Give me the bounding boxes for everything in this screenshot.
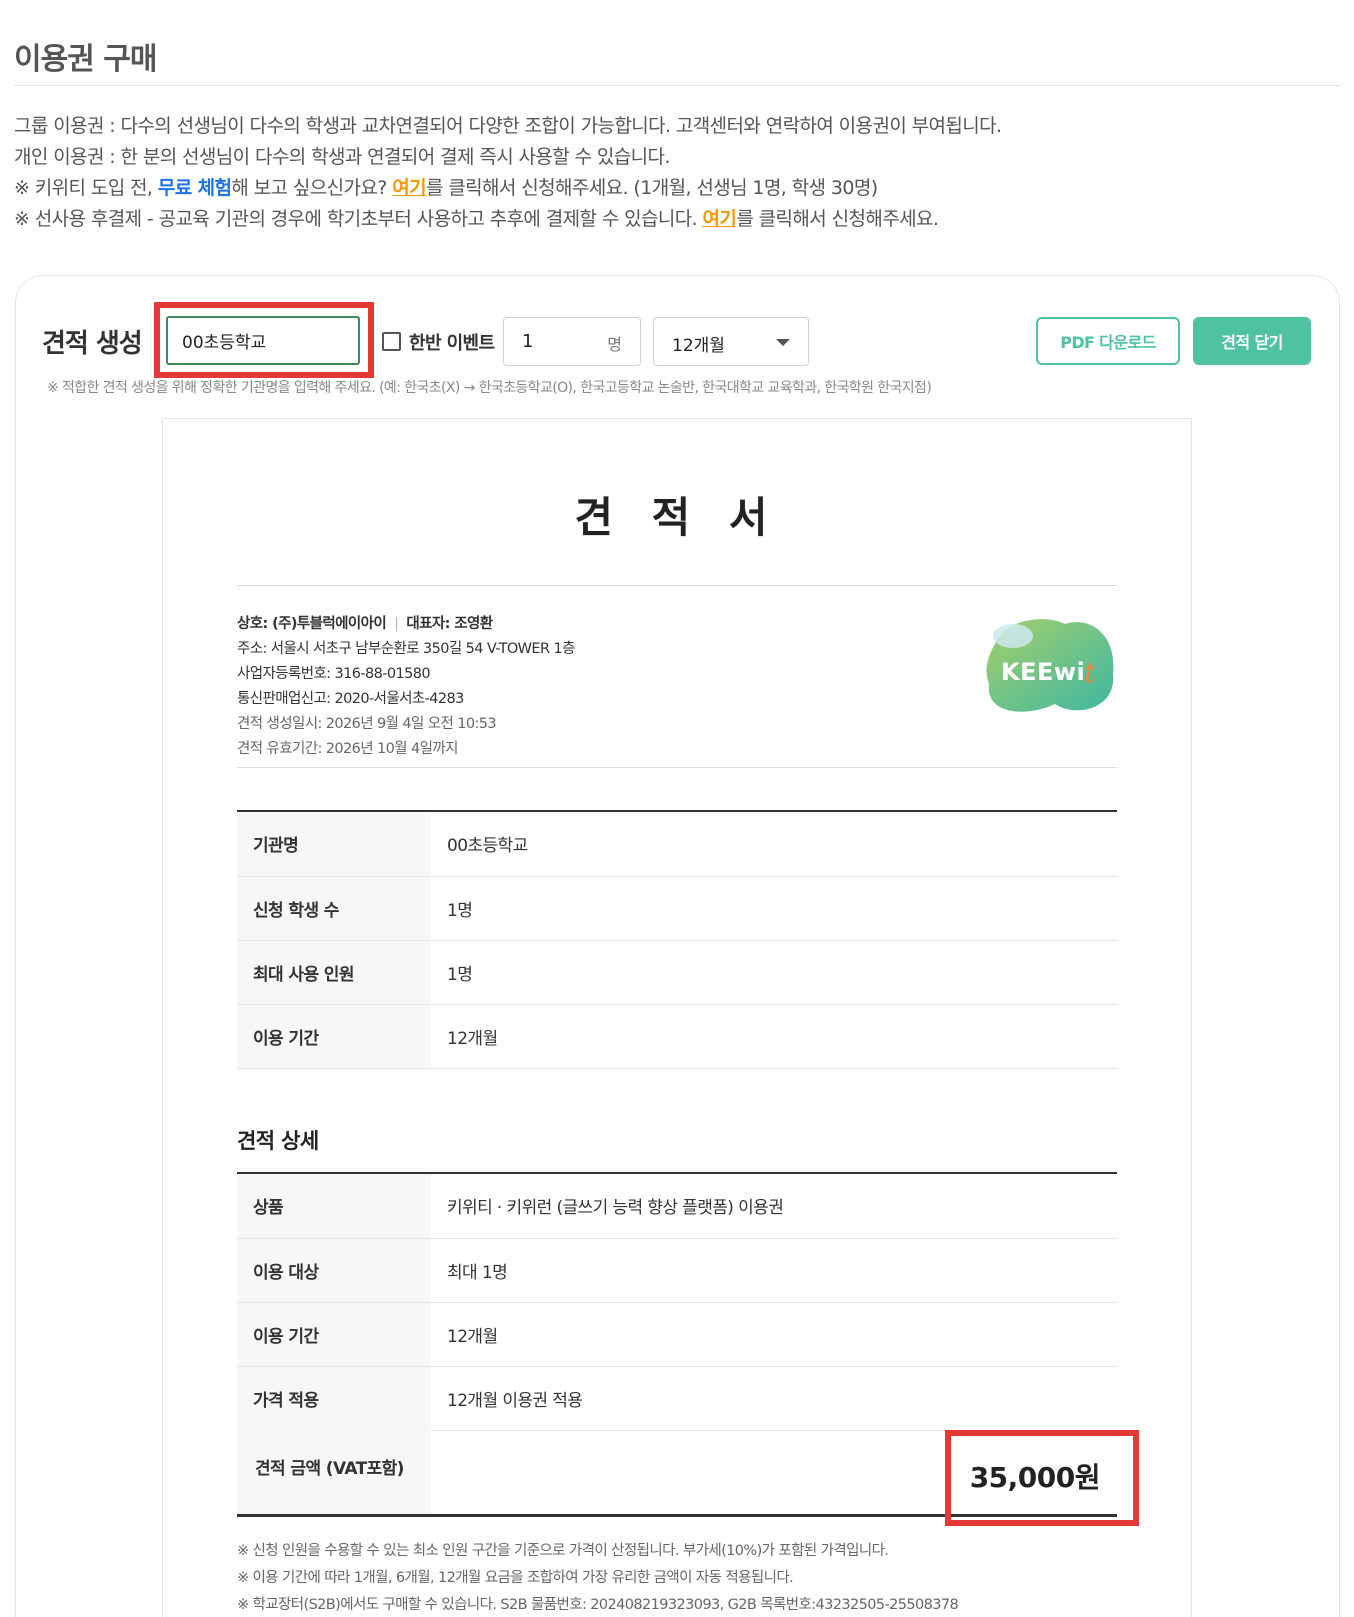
detail-table: 상품 키위티 · 키위런 (글쓰기 능력 향상 플랫폼) 이용권 이용 대상 최대 …	[237, 1174, 1117, 1431]
intro-free-trial-prefix: ※ 키위티 도입 전,	[14, 177, 158, 199]
postpay-here-link[interactable]: 여기	[703, 208, 737, 230]
event-checkbox-label[interactable]: 한반 이벤트	[409, 329, 495, 355]
detail-label: 이용 기간	[237, 1302, 431, 1367]
summary-value: 12개월	[431, 1004, 1117, 1069]
intro-postpay: ※ 선사용 후결제 - 공교육 기관의 경우에 학기초부터 사용하고 추후에 결…	[14, 204, 1001, 235]
company-name: 상호: (주)투블럭에이아이	[237, 616, 387, 632]
table-row: 이용 대상 최대 1명	[237, 1238, 1117, 1303]
company-address: 주소: 서울시 서초구 남부순환로 350길 54 V-TOWER 1층	[237, 641, 575, 657]
student-count-unit: 명	[607, 335, 622, 354]
page-title: 이용권 구매	[14, 42, 157, 77]
table-row: 이용 기간 12개월	[237, 1004, 1117, 1069]
summary-value: 1명	[431, 940, 1117, 1005]
svg-text:t: t	[1084, 656, 1096, 689]
doc-title-divider	[237, 585, 1117, 586]
summary-value: 00초등학교	[431, 812, 1117, 877]
detail-value: 키위티 · 키위런 (글쓰기 능력 향상 플랫폼) 이용권	[431, 1174, 1117, 1239]
student-count-input[interactable]: 1 명	[503, 317, 641, 366]
summary-label: 기관명	[237, 812, 431, 877]
quote-notes: ※ 신청 인원을 수용할 수 있는 최소 인원 구간을 기준으로 가격이 산정됩…	[237, 1538, 959, 1617]
company-info-divider	[237, 767, 1117, 768]
quote-note: ※ 신청 인원을 수용할 수 있는 최소 인원 구간을 기준으로 가격이 산정됩…	[237, 1543, 889, 1559]
company-header-line: 상호: (주)투블럭에이아이 | 대표자: 조영환	[237, 612, 575, 637]
detail-label: 상품	[237, 1174, 431, 1239]
intro-text: 그룹 이용권 : 다수의 선생님이 다수의 학생과 교차연결되어 다양한 조합이…	[14, 111, 1002, 235]
detail-section-title: 견적 상세	[237, 1129, 319, 1153]
company-business-number: 사업자등록번호: 316-88-01580	[237, 666, 431, 682]
company-separator: |	[394, 616, 399, 632]
quote-create-label: 견적 생성	[42, 329, 143, 359]
quote-note: ※ 이용 기간에 따라 1개월, 6개월, 12개월 요금을 조합하여 가장 유…	[237, 1570, 794, 1586]
detail-label: 이용 대상	[237, 1238, 431, 1303]
company-representative: 대표자: 조영환	[406, 616, 493, 632]
table-row: 이용 기간 12개월	[237, 1302, 1117, 1367]
free-trial-link[interactable]: 무료 체험	[158, 177, 232, 199]
detail-label: 가격 적용	[237, 1366, 431, 1431]
summary-label: 이용 기간	[237, 1004, 431, 1069]
detail-value: 12개월 이용권 적용	[431, 1366, 1117, 1431]
close-quote-button[interactable]: 견적 닫기	[1193, 317, 1311, 365]
logo-wordmark: KEEwi	[1001, 658, 1085, 686]
detail-value: 12개월	[431, 1302, 1117, 1367]
student-count-value: 1	[522, 331, 534, 352]
quote-document-title: 견 적 서	[574, 493, 780, 542]
summary-table: 기관명 00초등학교 신청 학생 수 1명 최대 사용 인원 1명 이용 기간 12개월	[237, 812, 1117, 1069]
quote-created-at: 견적 생성일시: 2026년 9월 4일 오전 10:53	[237, 716, 497, 732]
period-select[interactable]: 12개월	[653, 317, 809, 366]
summary-label: 신청 학생 수	[237, 876, 431, 941]
table-row: 기관명 00초등학교	[237, 812, 1117, 877]
quote-valid-until: 견적 유효기간: 2026년 10월 4일까지	[237, 741, 458, 757]
intro-free-trial: ※ 키위티 도입 전, 무료 체험해 보고 싶으신가요? 여기를 클릭해서 신청…	[14, 173, 1001, 204]
total-amount-label: 견적 금액 (VAT포함)	[237, 1430, 431, 1514]
company-info: 상호: (주)투블럭에이아이 | 대표자: 조영환 주소: 서울시 서초구 남부순환…	[237, 612, 575, 762]
event-checkbox[interactable]	[382, 332, 401, 351]
highlight-box-org-input	[154, 302, 374, 378]
intro-free-trial-suffix: 를 클릭해서 신청해주세요. (1개월, 선생님 1명, 학생 30명)	[425, 177, 878, 199]
intro-postpay-prefix: ※ 선사용 후결제 - 공교육 기관의 경우에 학기초부터 사용하고 추후에 결…	[14, 208, 703, 230]
company-ecommerce-number: 통신판매업신고: 2020-서울서초-4283	[237, 691, 464, 707]
highlight-box-total-amount	[945, 1430, 1139, 1526]
summary-value: 1명	[431, 876, 1117, 941]
table-row: 최대 사용 인원 1명	[237, 940, 1117, 1005]
detail-value: 최대 1명	[431, 1238, 1117, 1303]
keewit-logo: KEEwi t	[986, 619, 1114, 712]
table-row: 상품 키위티 · 키위런 (글쓰기 능력 향상 플랫폼) 이용권	[237, 1174, 1117, 1239]
table-row: 가격 적용 12개월 이용권 적용	[237, 1366, 1117, 1431]
chevron-down-icon	[776, 339, 790, 346]
intro-postpay-suffix: 를 클릭해서 신청해주세요.	[736, 208, 939, 230]
quote-note: ※ 학교장터(S2B)에서도 구매할 수 있습니다. S2B 물품번호: 202…	[237, 1597, 959, 1613]
title-divider	[14, 85, 1340, 86]
free-trial-here-link[interactable]: 여기	[392, 177, 426, 199]
table-row: 신청 학생 수 1명	[237, 876, 1117, 941]
pdf-download-button[interactable]: PDF 다운로드	[1036, 317, 1180, 365]
summary-label: 최대 사용 인원	[237, 940, 431, 1005]
intro-group-pass: 그룹 이용권 : 다수의 선생님이 다수의 학생과 교차연결되어 다양한 조합이…	[14, 115, 1002, 137]
intro-free-trial-mid: 해 보고 싶으신가요?	[231, 177, 393, 199]
period-selected-value: 12개월	[672, 336, 725, 356]
intro-personal-pass: 개인 이용권 : 한 분의 선생님이 다수의 학생과 연결되어 결제 즉시 사용…	[14, 146, 670, 168]
org-name-hint: ※ 적합한 견적 생성을 위해 정확한 기관명을 입력해 주세요. (예: 한국…	[47, 380, 932, 396]
